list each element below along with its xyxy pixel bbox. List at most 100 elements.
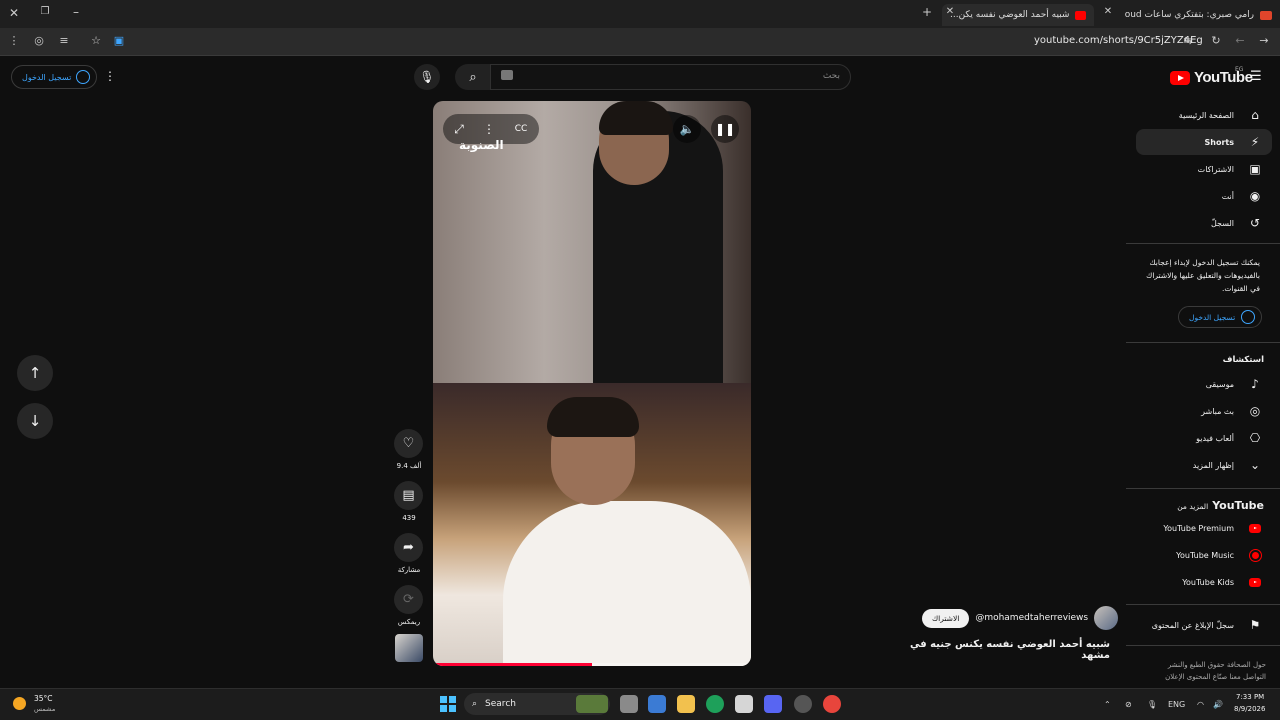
edge-browser-icon[interactable] xyxy=(706,695,724,713)
footer-links-1[interactable]: حول الصحافة حقوق الطبع والنشر xyxy=(1126,659,1266,671)
lang-indicator[interactable]: ENG xyxy=(1168,700,1185,709)
sidebar-item-shorts[interactable]: Shorts ⚡ xyxy=(1136,129,1272,155)
tab-active[interactable]: شبيه أحمد العوضي نفسه يكن... xyxy=(942,4,1094,26)
music-icon: ♪ xyxy=(1251,377,1259,391)
search-placeholder: بحث xyxy=(822,71,840,81)
footer-links-2[interactable]: التواصل معنا صنّاع المحتوى الإعلان xyxy=(1126,671,1266,683)
tab-inactive[interactable]: رامي صبري: بتفتكري ساعات oud xyxy=(1108,4,1280,26)
arrow-up-icon: ↑ xyxy=(28,364,42,382)
search-button[interactable]: ⌕ xyxy=(455,64,491,90)
wifi-icon[interactable]: ◠ xyxy=(1197,700,1204,709)
weather-sun-icon[interactable] xyxy=(13,697,26,710)
share-icon[interactable]: ➦ xyxy=(394,533,423,562)
youtube-music-icon xyxy=(1248,548,1262,562)
sound-thumbnail[interactable] xyxy=(395,634,423,662)
back-icon[interactable]: → xyxy=(1256,34,1272,47)
remix-icon[interactable]: ⟳ xyxy=(394,585,423,614)
pause-icon[interactable]: ❚❚ xyxy=(711,115,739,143)
app-icon[interactable] xyxy=(794,695,812,713)
restore-window-icon[interactable]: ❐ xyxy=(37,6,53,17)
taskbar-search-label: Search xyxy=(485,699,516,709)
signin-button[interactable]: تسجيل الدخول xyxy=(11,65,98,89)
new-tab-icon[interactable]: + xyxy=(919,5,935,19)
subscribe-button[interactable]: الاشتراك xyxy=(922,608,970,628)
sidebar-item-subscriptions[interactable]: الاشتراكات ▣ xyxy=(1126,156,1272,182)
sidebar-item-music[interactable]: موسيقى ♪ xyxy=(1126,371,1272,397)
chevron-down-icon: ⌄ xyxy=(1249,458,1261,472)
voice-search-icon[interactable]: 🎙 xyxy=(414,64,440,90)
menu-icon[interactable]: ⋮ xyxy=(6,34,22,47)
share-action[interactable]: ➦ مشاركة xyxy=(394,533,424,574)
sidebar-item-chevron-down[interactable]: إظهار المزيد ⌄ xyxy=(1126,452,1272,478)
sidebar-item-history[interactable]: السجلّ ↺ xyxy=(1126,210,1272,236)
store-icon[interactable] xyxy=(735,695,753,713)
explore-heading: استكشاف xyxy=(1222,355,1264,365)
chrome-icon[interactable] xyxy=(823,695,841,713)
sidebar-item-youtube-premium[interactable]: YouTube Premium xyxy=(1126,515,1272,541)
shorts-icon: ⚡ xyxy=(1250,135,1260,149)
close-tab-icon[interactable]: ✕ xyxy=(1100,6,1116,17)
video-watermark: الصنوبة xyxy=(459,138,504,152)
like-action[interactable]: ♡ 9.4 ألف xyxy=(394,429,424,470)
browser-tab-bar: ✕ ❐ – + شبيه أحمد العوضي نفسه يكن... ✕ ر… xyxy=(0,0,1280,28)
discord-icon[interactable] xyxy=(764,695,782,713)
sidebar-signin-button[interactable]: تسجيل الدخول xyxy=(1178,306,1263,328)
sidebar-item-label: السجلّ xyxy=(1210,218,1234,228)
search-highlight-icon[interactable] xyxy=(576,695,608,713)
short-title[interactable]: شبيه أحمد العوضي نفسه يكنس جنيه في مشهد xyxy=(900,639,1110,661)
weather-temp[interactable]: 35°C xyxy=(34,694,53,703)
windows-start-icon[interactable] xyxy=(440,696,456,712)
comment-action[interactable]: ▤ 439 xyxy=(394,481,424,522)
profile-icon[interactable]: ◎ xyxy=(31,34,47,47)
extension-icon[interactable]: ▣ xyxy=(111,34,127,47)
network-icon[interactable]: ⊘ xyxy=(1125,700,1132,709)
close-tab-icon[interactable]: ✕ xyxy=(942,6,958,17)
sidebar-item-label: بث مباشر xyxy=(1201,406,1234,416)
volume-icon[interactable]: 🔈 xyxy=(673,115,701,143)
forward-icon[interactable]: ← xyxy=(1232,34,1248,47)
sidebar-item-youtube-kids[interactable]: YouTube Kids xyxy=(1126,569,1272,595)
close-window-icon[interactable]: ✕ xyxy=(6,6,22,20)
sidebar-item-live[interactable]: بث مباشر ◎ xyxy=(1126,398,1272,424)
short-video-player[interactable]: ⤢ ⋮ CC الصنوبة 🔈 ❚❚ xyxy=(433,101,751,666)
url-text[interactable]: youtube.com/shorts/9Cr5jZYZ4Eg xyxy=(1034,35,1203,46)
reload-icon[interactable]: ↻ xyxy=(1208,34,1224,47)
share-label: مشاركة xyxy=(397,566,421,574)
search-input[interactable]: بحث xyxy=(490,64,851,90)
sidebar-item-home[interactable]: الصفحة الرئيسية ⌂ xyxy=(1126,102,1272,128)
sidebar-divider xyxy=(1126,488,1280,489)
sidebar-item-report[interactable]: سجلّ الإبلاغ عن المحتوى ⚑ xyxy=(1126,612,1272,638)
channel-name[interactable]: @mohamedtaherreviews xyxy=(975,613,1088,623)
youtube-premium-icon xyxy=(1248,521,1262,535)
flag-icon: ⚑ xyxy=(1249,618,1261,632)
remix-action[interactable]: ⟳ ريمكس xyxy=(394,585,424,626)
comment-icon[interactable]: ▤ xyxy=(394,481,423,510)
tab-search-icon[interactable]: ≡ xyxy=(56,34,72,47)
file-explorer-icon[interactable] xyxy=(677,695,695,713)
channel-avatar[interactable] xyxy=(1094,606,1119,630)
bookmark-star-icon[interactable]: ☆ xyxy=(88,34,104,47)
next-short-button[interactable]: ↓ xyxy=(17,403,53,439)
copilot-icon[interactable] xyxy=(648,695,666,713)
mic-icon[interactable]: 🎙 xyxy=(1147,700,1157,709)
clock-date[interactable]: 8/9/2026 xyxy=(1234,705,1265,713)
sidebar-item-you[interactable]: أنت ◉ xyxy=(1126,183,1272,209)
captions-icon[interactable]: CC xyxy=(507,115,535,143)
settings-menu-icon[interactable]: ⋮ xyxy=(104,69,116,83)
gaming-icon: ⎔ xyxy=(1249,431,1261,445)
task-view-icon[interactable] xyxy=(620,695,638,713)
like-icon[interactable]: ♡ xyxy=(394,429,423,458)
sidebar-item-gaming[interactable]: ألعاب فيديو ⎔ xyxy=(1126,425,1272,451)
clock-time[interactable]: 7:33 PM xyxy=(1236,693,1264,701)
keyboard-icon[interactable] xyxy=(501,70,513,80)
tray-overflow-icon[interactable]: ⌃ xyxy=(1104,700,1111,709)
volume-tray-icon[interactable]: 🔊 xyxy=(1213,700,1223,709)
progress-bar[interactable] xyxy=(433,663,751,666)
person-figure xyxy=(503,501,751,666)
sidebar-divider xyxy=(1126,342,1280,343)
sidebar-item-youtube-music[interactable]: YouTube Music xyxy=(1126,542,1272,568)
like-count: 9.4 ألف xyxy=(396,462,422,470)
previous-short-button[interactable]: ↑ xyxy=(17,355,53,391)
hamburger-menu-icon[interactable]: ☰ xyxy=(1250,69,1262,84)
minimize-window-icon[interactable]: – xyxy=(68,5,84,19)
